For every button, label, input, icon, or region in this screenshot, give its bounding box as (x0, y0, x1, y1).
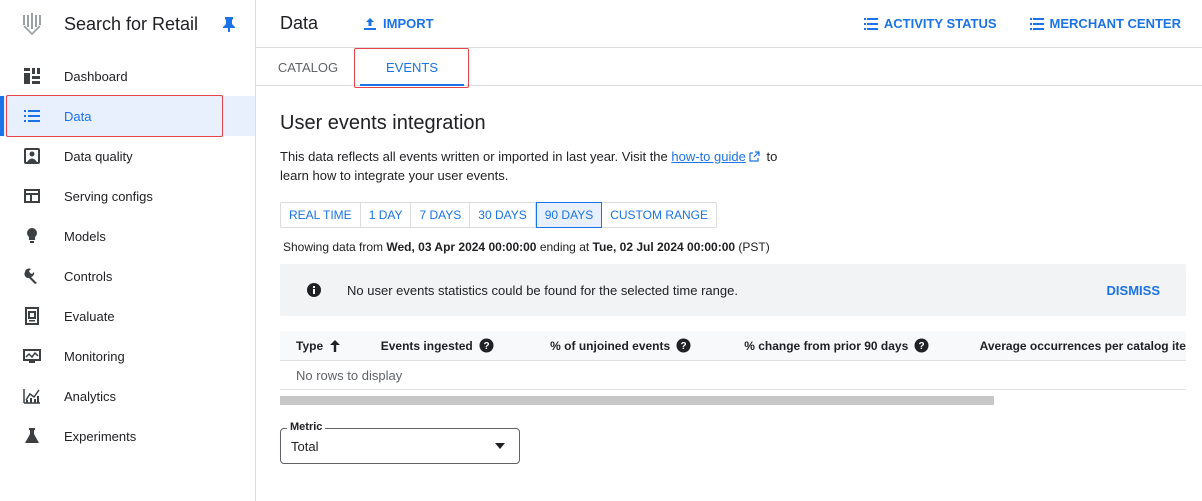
column-header-events-ingested[interactable]: Events ingested ? (381, 338, 550, 353)
dashboard-icon (22, 66, 42, 86)
sidebar-item-controls[interactable]: Controls (0, 256, 255, 296)
column-label: Events ingested (380, 338, 473, 353)
lightbulb-icon (22, 226, 42, 246)
sidebar-item-models[interactable]: Models (0, 216, 255, 256)
banner-message: No user events statistics could be found… (347, 282, 738, 298)
column-label: Type (296, 338, 324, 353)
merchant-center-button[interactable]: MERCHANT CENTER (1029, 16, 1181, 31)
sidebar-item-serving-configs[interactable]: Serving configs (0, 176, 255, 216)
page-title: Data (280, 13, 319, 33)
sidebar-item-label: Dashboard (64, 68, 128, 84)
events-table: Type Events ingested ? % of unjoined eve… (280, 331, 1186, 405)
how-to-guide-link[interactable]: how-to guide (671, 149, 745, 164)
range-button-30-days[interactable]: 30 DAYS (470, 203, 536, 227)
description-text: This data reflects all events written or… (280, 147, 800, 185)
sidebar-item-label: Models (64, 228, 106, 244)
sidebar-item-data-quality[interactable]: Data quality (0, 136, 255, 176)
date-range-text: Showing data from Wed, 03 Apr 2024 00:00… (283, 240, 770, 254)
metric-label: Metric (287, 421, 326, 433)
data-quality-icon (22, 146, 42, 166)
list-icon (1029, 17, 1044, 30)
svg-text:?: ? (483, 341, 489, 352)
column-label: Average occurrences per catalog ite (979, 338, 1186, 353)
import-label: IMPORT (383, 16, 434, 31)
brand-bar: Search for Retail (0, 0, 255, 48)
dismiss-button[interactable]: DISMISS (1107, 283, 1160, 298)
external-link-icon (749, 151, 760, 162)
sidebar-nav: Dashboard Data Data quality Serving conf… (0, 56, 255, 456)
help-icon[interactable]: ? (479, 338, 494, 353)
activity-status-label: ACTIVITY STATUS (883, 16, 997, 31)
column-label: % change from prior 90 days (744, 338, 909, 353)
flask-icon (22, 426, 42, 446)
metric-select[interactable]: Metric Total (280, 421, 520, 464)
sidebar-item-label: Monitoring (64, 348, 125, 364)
upload-icon (364, 17, 377, 30)
svg-text:?: ? (919, 341, 925, 352)
showing-to-date: Tue, 02 Jul 2024 00:00:00 (592, 240, 736, 254)
svg-text:?: ? (681, 341, 687, 352)
sort-arrow-up-icon (330, 339, 341, 352)
info-icon (307, 283, 321, 297)
sidebar-item-label: Evaluate (64, 308, 115, 324)
activity-status-button[interactable]: ACTIVITY STATUS (863, 16, 997, 31)
tab-catalog[interactable]: CATALOG (256, 49, 360, 86)
sidebar-item-data[interactable]: Data (0, 96, 255, 136)
range-button-real-time[interactable]: REAL TIME (281, 203, 361, 227)
retail-logo-icon (23, 13, 41, 36)
sidebar-item-label: Data quality (64, 148, 133, 164)
analytics-icon (22, 386, 42, 406)
pin-icon[interactable] (217, 12, 241, 36)
sidebar-item-analytics[interactable]: Analytics (0, 376, 255, 416)
dropdown-arrow-icon (495, 443, 505, 449)
showing-from-date: Wed, 03 Apr 2024 00:00:00 (386, 240, 537, 254)
sidebar-item-label: Serving configs (64, 188, 153, 204)
serving-configs-icon (22, 186, 42, 206)
range-button-1-day[interactable]: 1 DAY (361, 203, 412, 227)
sidebar-item-dashboard[interactable]: Dashboard (0, 56, 255, 96)
app-root: Search for Retail Dashboard Data Data qu… (0, 0, 1202, 501)
column-header-change-prior[interactable]: % change from prior 90 days ? (744, 338, 979, 353)
column-header-unjoined-events[interactable]: % of unjoined events ? (550, 338, 744, 353)
tab-events[interactable]: EVENTS (360, 49, 464, 86)
column-header-type[interactable]: Type (296, 339, 381, 353)
help-icon[interactable]: ? (914, 338, 929, 353)
info-banner: No user events statistics could be found… (280, 264, 1186, 316)
empty-table-message: No rows to display (280, 361, 1186, 390)
section-title: User events integration (280, 112, 486, 134)
range-button-custom-range[interactable]: CUSTOM RANGE (602, 203, 716, 227)
sidebar-item-label: Experiments (64, 428, 137, 444)
list-icon (863, 17, 878, 30)
merchant-center-label: MERCHANT CENTER (1049, 16, 1181, 31)
showing-mid: ending at (536, 240, 593, 254)
column-label: % of unjoined events (550, 338, 671, 353)
list-icon (22, 106, 42, 126)
horizontal-scrollbar[interactable] (280, 396, 994, 405)
sidebar-item-label: Analytics (64, 388, 117, 404)
evaluate-icon (22, 306, 42, 326)
time-range-selector: REAL TIME 1 DAY 7 DAYS 30 DAYS 90 DAYS C… (280, 202, 718, 228)
table-header: Type Events ingested ? % of unjoined eve… (280, 331, 1186, 361)
showing-prefix: Showing data from (283, 240, 387, 254)
tab-bar: CATALOG EVENTS (256, 49, 1202, 86)
range-button-90-days[interactable]: 90 DAYS (535, 202, 603, 228)
showing-suffix: (PST) (735, 240, 770, 254)
description-before: This data reflects all events written or… (280, 149, 672, 164)
column-header-average-occurrences[interactable]: Average occurrences per catalog ite (980, 339, 1186, 353)
sidebar: Search for Retail Dashboard Data Data qu… (0, 0, 256, 501)
monitoring-icon (22, 346, 42, 366)
app-title: Search for Retail (64, 13, 199, 34)
wrench-icon (22, 266, 42, 286)
sidebar-item-label: Controls (64, 268, 113, 284)
import-button[interactable]: IMPORT (363, 16, 434, 31)
range-button-7-days[interactable]: 7 DAYS (411, 203, 471, 227)
sidebar-item-evaluate[interactable]: Evaluate (0, 296, 255, 336)
sidebar-item-monitoring[interactable]: Monitoring (0, 336, 255, 376)
sidebar-item-label: Data (64, 108, 92, 124)
sidebar-item-experiments[interactable]: Experiments (0, 416, 255, 456)
page-header: Data IMPORT ACTIVITY STATUS MERCHANT CEN… (256, 0, 1202, 48)
help-icon[interactable]: ? (676, 338, 691, 353)
metric-value: Total (291, 439, 319, 454)
